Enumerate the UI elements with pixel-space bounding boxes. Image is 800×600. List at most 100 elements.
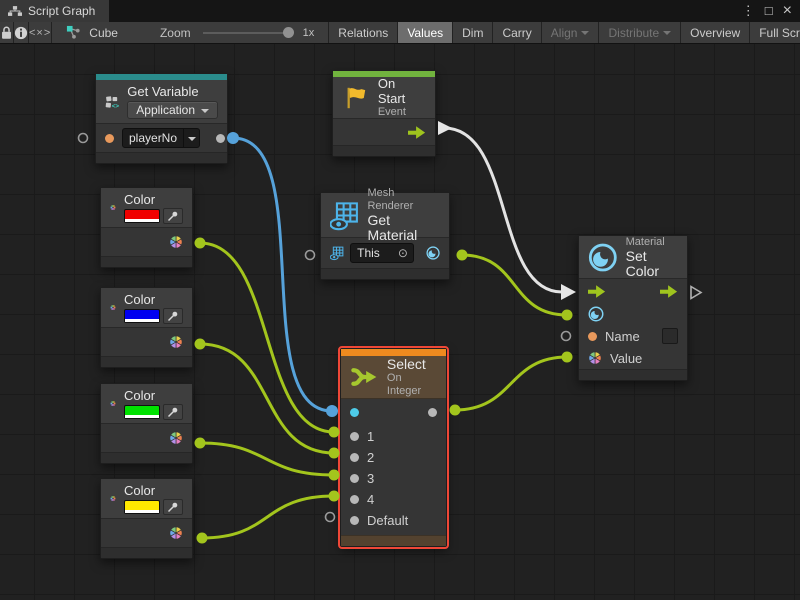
toolbar-button-relations[interactable]: Relations xyxy=(329,22,398,43)
chevron-down-icon[interactable] xyxy=(183,129,199,147)
color-wheel-icon xyxy=(110,387,116,420)
port-value-out[interactable] xyxy=(216,134,225,143)
zoom-slider-handle[interactable] xyxy=(283,27,294,38)
port-color-out[interactable] xyxy=(169,335,183,349)
graph-target-icon xyxy=(66,25,81,40)
zoom-label: Zoom xyxy=(160,26,191,40)
port-color-out[interactable] xyxy=(169,526,183,540)
port-option-4[interactable] xyxy=(350,495,359,504)
chevron-down-icon xyxy=(663,31,671,35)
zoom-value: 1x xyxy=(303,27,315,39)
node-set-color[interactable]: Material Set Color Name xyxy=(578,235,688,381)
graph-canvas[interactable]: Get Variable Application playerNo xyxy=(0,44,800,600)
variable-name-field[interactable]: playerNo xyxy=(122,128,200,148)
port-material-in[interactable] xyxy=(588,306,604,322)
port-material-out[interactable] xyxy=(426,245,440,261)
node-footer xyxy=(101,547,192,558)
node-title: Get Variable xyxy=(127,84,218,99)
port-color-out[interactable] xyxy=(169,235,183,249)
color-wheel-icon xyxy=(110,191,116,224)
flow-out-port[interactable] xyxy=(408,126,426,139)
node-select[interactable]: Select On Integer 1 2 xyxy=(340,348,447,547)
toolbar-button-carry[interactable]: Carry xyxy=(493,22,541,43)
color-swatch[interactable] xyxy=(124,405,160,419)
node-footer xyxy=(321,268,449,279)
node-on-start[interactable]: On Start Event xyxy=(332,70,436,157)
color-wheel-icon xyxy=(110,482,116,515)
port-option-3[interactable] xyxy=(350,474,359,483)
node-color-blue[interactable]: Color xyxy=(100,287,193,368)
toolbar-button-values[interactable]: Values xyxy=(398,22,453,43)
target-port-icon[interactable] xyxy=(330,245,344,261)
target-object-field[interactable]: This ⊙ xyxy=(350,243,414,263)
script-graph-window: Script Graph xyxy=(0,0,800,600)
port-option-1[interactable] xyxy=(350,432,359,441)
port-label: Value xyxy=(610,351,642,366)
color-swatch[interactable] xyxy=(124,500,160,514)
node-footer xyxy=(341,535,446,546)
lock-button[interactable] xyxy=(0,22,14,43)
material-sphere-icon xyxy=(588,241,618,274)
toolbar-main: Cube Zoom 1x xyxy=(52,22,329,43)
eyedropper-button[interactable] xyxy=(163,208,183,224)
object-picker-icon[interactable]: ⊙ xyxy=(398,246,413,260)
maximize-icon[interactable] xyxy=(765,0,773,22)
port-variable-name[interactable] xyxy=(105,134,114,143)
node-footer xyxy=(101,452,192,463)
toolbar-button-align[interactable]: Align xyxy=(542,22,600,43)
flow-in-port[interactable] xyxy=(588,285,606,298)
eyedropper-icon xyxy=(167,310,179,322)
node-title: On Start xyxy=(378,76,426,106)
toolbar-button-distribute[interactable]: Distribute xyxy=(599,22,681,43)
eyedropper-button[interactable] xyxy=(163,308,183,324)
toolbar-button-fullscreen[interactable]: Full Screen xyxy=(750,22,800,43)
node-title: Select xyxy=(387,357,437,372)
port-color-out[interactable] xyxy=(169,431,183,445)
window-controls xyxy=(742,0,800,22)
eyedropper-button[interactable] xyxy=(163,499,183,515)
node-subtitle: Mesh Renderer xyxy=(367,187,440,213)
toolbar-button-overview[interactable]: Overview xyxy=(681,22,750,43)
variable-icon xyxy=(105,87,119,117)
port-selector-in[interactable] xyxy=(350,408,359,417)
port-value-in[interactable] xyxy=(588,351,602,365)
code-view-button[interactable] xyxy=(29,22,52,43)
eyedropper-button[interactable] xyxy=(163,404,183,420)
color-swatch[interactable] xyxy=(124,309,160,323)
eyedropper-icon xyxy=(167,406,179,418)
flag-icon xyxy=(342,84,370,112)
node-get-variable[interactable]: Get Variable Application playerNo xyxy=(95,73,228,164)
port-selection-out[interactable] xyxy=(428,408,437,417)
variable-scope-dropdown[interactable]: Application xyxy=(127,101,218,119)
zoom-slider[interactable] xyxy=(203,32,291,34)
code-icon xyxy=(29,27,51,39)
info-button[interactable] xyxy=(14,22,29,43)
node-color-green[interactable]: Color xyxy=(100,383,193,464)
eyedropper-icon xyxy=(167,501,179,513)
chevron-down-icon xyxy=(201,109,209,113)
color-swatch[interactable] xyxy=(124,209,160,223)
node-subtitle: Material xyxy=(626,236,678,249)
node-color-yellow[interactable]: Color xyxy=(100,478,193,559)
node-get-material[interactable]: Mesh Renderer Get Material This ⊙ xyxy=(320,192,450,280)
node-accent-bar xyxy=(341,349,446,356)
port-name-in[interactable] xyxy=(588,332,597,341)
node-subtitle: Event xyxy=(378,106,426,119)
target-label[interactable]: Cube xyxy=(89,26,118,40)
toolbar-button-dim[interactable]: Dim xyxy=(453,22,493,43)
info-icon xyxy=(14,26,28,40)
port-option-default[interactable] xyxy=(350,516,359,525)
lock-icon xyxy=(0,26,13,40)
name-input-field[interactable] xyxy=(662,328,678,344)
select-icon xyxy=(350,363,379,391)
flow-out-port[interactable] xyxy=(660,285,678,298)
menu-kebab-icon[interactable] xyxy=(742,0,755,22)
node-footer xyxy=(101,256,192,267)
node-footer xyxy=(579,369,687,380)
tab-script-graph[interactable]: Script Graph xyxy=(0,0,109,22)
port-option-2[interactable] xyxy=(350,453,359,462)
graph-icon xyxy=(8,4,22,18)
node-color-red[interactable]: Color xyxy=(100,187,193,268)
node-title: Set Color xyxy=(626,249,678,279)
close-icon[interactable] xyxy=(783,0,792,22)
